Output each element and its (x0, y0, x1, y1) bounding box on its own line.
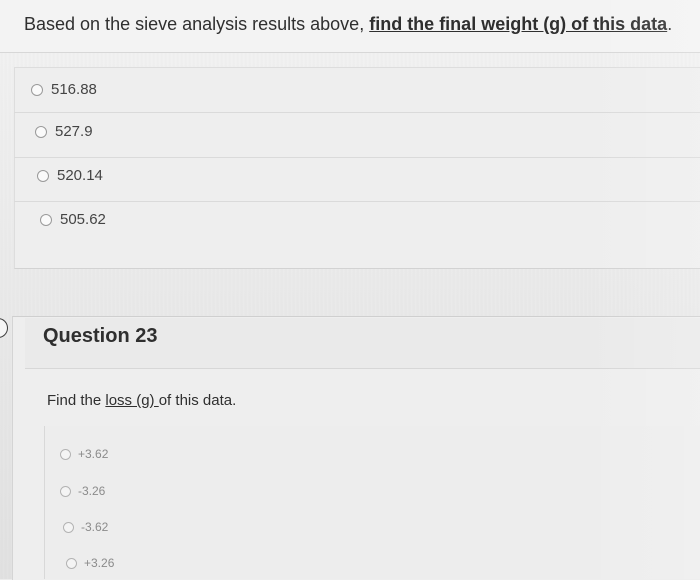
question-23-prompt-underlined: loss (g) (105, 392, 159, 409)
question-22-option-2[interactable]: 527.9 (35, 123, 93, 140)
question-23-option-1-label: +3.62 (78, 447, 109, 461)
question-22-option-3[interactable]: 520.14 (37, 167, 103, 184)
radio-circle-icon[interactable] (60, 448, 71, 460)
question-22-option-4[interactable]: 505.62 (40, 211, 106, 228)
question-22-prompt-emphasis: find the final weight (g) of this data (369, 14, 668, 34)
question-22-options-panel (14, 67, 700, 269)
question-23-prompt: Find the loss (g) of this data. (47, 392, 236, 409)
radio-circle-icon[interactable] (60, 485, 71, 497)
question-23-option-3-label: -3.62 (81, 520, 109, 534)
radio-circle-icon[interactable] (37, 169, 49, 182)
question-22-option-4-label: 505.62 (60, 211, 106, 228)
radio-circle-icon[interactable] (66, 557, 77, 569)
question-23-prompt-suffix: of this data. (158, 392, 237, 409)
question-23-title: Question 23 (43, 325, 158, 347)
question-22-option-3-label: 520.14 (57, 167, 103, 184)
question-22-option-2-label: 527.9 (55, 123, 93, 140)
question-22-prompt-suffix: . (667, 14, 673, 34)
radio-circle-icon[interactable] (31, 83, 43, 96)
question-23-option-4-label: +3.26 (84, 556, 115, 570)
question-22-option-1[interactable]: 516.88 (31, 81, 97, 98)
question-23-answer-panel (44, 426, 700, 579)
question-22-option-1-label: 516.88 (51, 81, 97, 98)
question-23-prompt-prefix: Find the (47, 392, 106, 409)
question-23-option-2[interactable]: -3.26 (60, 484, 105, 498)
question-23-option-3[interactable]: -3.62 (63, 520, 108, 534)
radio-circle-icon[interactable] (63, 521, 74, 533)
radio-circle-icon[interactable] (40, 213, 52, 226)
question-22-prompt-prefix: Based on the sieve analysis results abov… (24, 14, 370, 34)
divider (14, 157, 700, 158)
divider (14, 112, 700, 113)
radio-circle-icon[interactable] (35, 125, 47, 138)
question-22-prompt: Based on the sieve analysis results abov… (24, 14, 672, 35)
question-23-option-1[interactable]: +3.62 (60, 447, 108, 461)
question-23-option-2-label: -3.26 (78, 484, 106, 498)
divider (14, 201, 700, 202)
question-23-option-4[interactable]: +3.26 (66, 556, 114, 570)
